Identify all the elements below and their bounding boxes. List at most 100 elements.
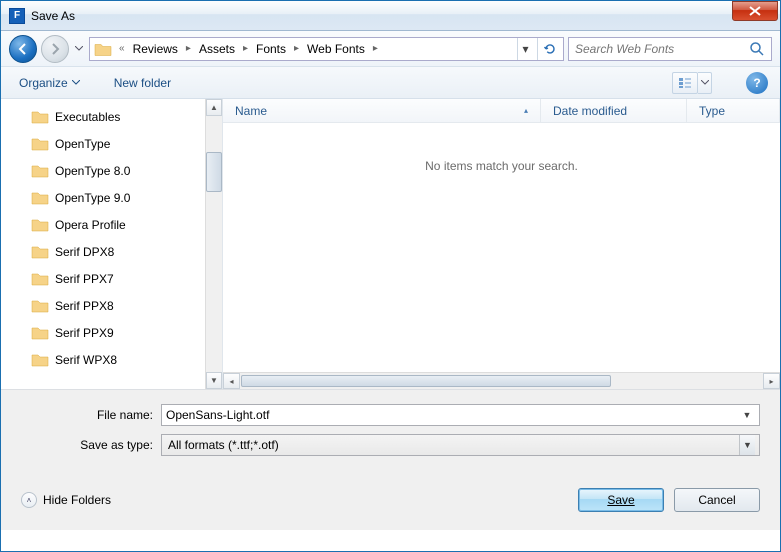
- title-bar: F Save As: [1, 1, 780, 31]
- empty-message: No items match your search.: [223, 123, 780, 372]
- scroll-up-icon[interactable]: ▲: [206, 99, 222, 116]
- chevron-right-icon: ▸: [240, 41, 251, 56]
- tree-item-label: Serif PPX7: [55, 272, 114, 286]
- new-folder-button[interactable]: New folder: [108, 72, 177, 94]
- hide-folders-button[interactable]: ˄ Hide Folders: [21, 492, 111, 508]
- breadcrumb-item[interactable]: Assets: [196, 40, 238, 58]
- tree-item[interactable]: Opera Profile: [1, 211, 222, 238]
- folder-icon: [31, 109, 49, 124]
- breadcrumb-item[interactable]: Fonts: [253, 40, 289, 58]
- dialog-footer: ˄ Hide Folders Save Cancel: [1, 470, 780, 530]
- savetype-label: Save as type:: [21, 438, 153, 452]
- organize-label: Organize: [19, 76, 68, 90]
- refresh-button[interactable]: [537, 38, 561, 60]
- nav-bar: « Reviews ▸ Assets ▸ Fonts ▸ Web Fonts ▸…: [1, 31, 780, 67]
- breadcrumb: « Reviews ▸ Assets ▸ Fonts ▸ Web Fonts ▸: [116, 40, 513, 58]
- chevron-right-icon: ▸: [183, 41, 194, 56]
- close-button[interactable]: [732, 1, 778, 21]
- list-h-scrollbar[interactable]: ◂ ▸: [223, 372, 780, 389]
- breadcrumb-item[interactable]: Web Fonts: [304, 40, 368, 58]
- tree-item[interactable]: Serif PPX7: [1, 265, 222, 292]
- cancel-button[interactable]: Cancel: [674, 488, 760, 512]
- folder-tree: Executables OpenType OpenType 8.0 OpenTy…: [1, 99, 223, 389]
- search-box[interactable]: [568, 37, 772, 61]
- chevron-down-icon[interactable]: ▼: [739, 435, 755, 455]
- tree-item-label: Executables: [55, 110, 120, 124]
- tree-item-label: Serif PPX9: [55, 326, 114, 340]
- folder-icon: [31, 244, 49, 259]
- tree-item[interactable]: OpenType 9.0: [1, 184, 222, 211]
- search-icon: [749, 41, 765, 57]
- folder-icon: [94, 41, 112, 57]
- hide-folders-label: Hide Folders: [43, 493, 111, 507]
- tree-item[interactable]: Serif WPX8: [1, 346, 222, 373]
- nav-history-dropdown[interactable]: [73, 39, 85, 59]
- app-icon: F: [9, 8, 25, 24]
- save-form: File name: ▼ Save as type: All formats (…: [1, 389, 780, 470]
- window-title: Save As: [31, 9, 732, 23]
- new-folder-label: New folder: [114, 76, 171, 90]
- help-button[interactable]: ?: [746, 72, 768, 94]
- chevron-down-icon: [72, 80, 80, 85]
- scroll-down-icon[interactable]: ▼: [206, 372, 222, 389]
- tree-item[interactable]: Executables: [1, 103, 222, 130]
- breadcrumb-item[interactable]: Reviews: [130, 40, 181, 58]
- column-name[interactable]: Name▴: [223, 99, 541, 122]
- column-type[interactable]: Type: [687, 99, 780, 122]
- address-dropdown[interactable]: ▾: [517, 38, 533, 60]
- scroll-left-icon[interactable]: ◂: [223, 373, 240, 389]
- chevron-down-icon[interactable]: ▼: [739, 410, 755, 420]
- tree-item-label: Serif DPX8: [55, 245, 114, 259]
- filename-input[interactable]: [166, 408, 739, 422]
- view-icon: [678, 77, 692, 89]
- chevron-right-icon: ▸: [291, 41, 302, 56]
- tree-item[interactable]: Serif PPX8: [1, 292, 222, 319]
- organize-button[interactable]: Organize: [13, 72, 86, 94]
- refresh-icon: [543, 42, 557, 56]
- tree-item[interactable]: Serif PPX9: [1, 319, 222, 346]
- savetype-value: All formats (*.ttf;*.otf): [166, 438, 739, 452]
- command-bar: Organize New folder ?: [1, 67, 780, 99]
- tree-item-label: Opera Profile: [55, 218, 126, 232]
- folder-icon: [31, 352, 49, 367]
- address-bar[interactable]: « Reviews ▸ Assets ▸ Fonts ▸ Web Fonts ▸…: [89, 37, 564, 61]
- filename-label: File name:: [21, 408, 153, 422]
- scroll-thumb[interactable]: [241, 375, 611, 387]
- forward-button[interactable]: [41, 35, 69, 63]
- tree-item-label: Serif PPX8: [55, 299, 114, 313]
- arrow-left-icon: [16, 42, 30, 56]
- chevron-right-icon: ▸: [370, 41, 381, 56]
- close-icon: [749, 6, 761, 16]
- save-button[interactable]: Save: [578, 488, 664, 512]
- scroll-thumb[interactable]: [206, 152, 222, 192]
- back-button[interactable]: [9, 35, 37, 63]
- view-dropdown[interactable]: [698, 72, 712, 94]
- folder-icon: [31, 190, 49, 205]
- help-icon: ?: [753, 76, 760, 90]
- view-button[interactable]: [672, 72, 698, 94]
- tree-item[interactable]: OpenType 8.0: [1, 157, 222, 184]
- tree-scrollbar[interactable]: ▲ ▼: [205, 99, 222, 389]
- folder-icon: [31, 163, 49, 178]
- tree-item-label: OpenType 9.0: [55, 191, 130, 205]
- column-headers: Name▴ Date modified Type: [223, 99, 780, 123]
- folder-icon: [31, 217, 49, 232]
- content-area: Executables OpenType OpenType 8.0 OpenTy…: [1, 99, 780, 389]
- filename-combo[interactable]: ▼: [161, 404, 760, 426]
- chevron-up-icon: ˄: [21, 492, 37, 508]
- folder-icon: [31, 298, 49, 313]
- column-date[interactable]: Date modified: [541, 99, 687, 122]
- chevron-down-icon: [701, 80, 709, 85]
- chevron-down-icon: [75, 46, 83, 51]
- breadcrumb-root[interactable]: «: [116, 41, 128, 56]
- tree-item[interactable]: OpenType: [1, 130, 222, 157]
- scroll-right-icon[interactable]: ▸: [763, 373, 780, 389]
- file-list: Name▴ Date modified Type No items match …: [223, 99, 780, 389]
- search-input[interactable]: [575, 42, 749, 56]
- arrow-right-icon: [48, 42, 62, 56]
- folder-icon: [31, 325, 49, 340]
- tree-item-label: OpenType: [55, 137, 110, 151]
- savetype-combo[interactable]: All formats (*.ttf;*.otf) ▼: [161, 434, 760, 456]
- sort-indicator-icon: ▴: [524, 106, 528, 115]
- tree-item[interactable]: Serif DPX8: [1, 238, 222, 265]
